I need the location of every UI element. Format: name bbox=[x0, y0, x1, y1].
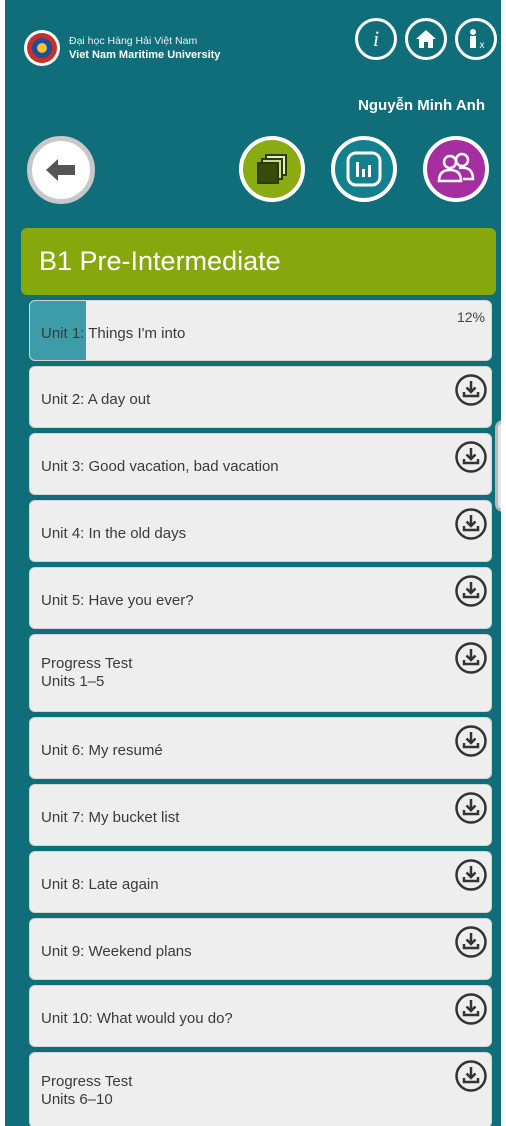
unit-item[interactable]: Unit 4: In the old days bbox=[29, 500, 492, 562]
progress-percent: 12% bbox=[456, 309, 485, 325]
unit-label: Unit 5: Have you ever? bbox=[41, 592, 194, 609]
info-icon[interactable]: i bbox=[355, 18, 397, 60]
unit-item[interactable]: Unit 9: Weekend plans bbox=[29, 918, 492, 980]
university-name-en: Viet Nam Maritime University bbox=[69, 49, 221, 61]
unit-label: Unit 1: Things I'm into bbox=[41, 324, 186, 342]
statistics-button[interactable] bbox=[331, 136, 397, 202]
unit-item[interactable]: Progress Test Units 6–10 bbox=[29, 1052, 492, 1126]
units-button[interactable] bbox=[239, 136, 305, 202]
university-header: Đại học Hàng Hải Việt Nam Viet Nam Marit… bbox=[23, 26, 220, 70]
side-drawer-handle[interactable] bbox=[495, 420, 501, 512]
people-button[interactable] bbox=[423, 136, 489, 202]
university-logo bbox=[24, 30, 60, 66]
unit-label: Unit 4: In the old days bbox=[41, 525, 187, 542]
unit-item[interactable]: Unit 7: My bucket list bbox=[29, 784, 492, 846]
statistics-chart-icon bbox=[346, 151, 382, 187]
level-title: B1 Pre-Intermediate bbox=[21, 228, 496, 295]
unit-label: Unit 10: What would you do? bbox=[41, 1010, 233, 1027]
unit-label: Progress Test Units 6–10 bbox=[41, 1073, 133, 1108]
back-arrow-icon bbox=[46, 159, 75, 181]
unit-label: Unit 6: My resumé bbox=[41, 742, 163, 759]
unit-label: Unit 7: My bucket list bbox=[41, 809, 180, 826]
svg-text:i: i bbox=[373, 26, 379, 51]
user-info-icon[interactable]: x bbox=[455, 18, 497, 60]
unit-item[interactable]: Unit 2: A day out bbox=[29, 366, 492, 428]
user-name: Nguyễn Minh Anh bbox=[358, 97, 485, 114]
unit-list: 12% Unit 1: Things I'm into Unit 2: A day … bbox=[29, 300, 492, 1126]
unit-item[interactable]: 12% Unit 1: Things I'm into bbox=[29, 300, 492, 361]
unit-item[interactable]: Unit 10: What would you do? bbox=[29, 985, 492, 1047]
unit-item[interactable]: Unit 5: Have you ever? bbox=[29, 567, 492, 629]
units-stack-icon bbox=[257, 154, 287, 184]
unit-label: Unit 2: A day out bbox=[41, 391, 151, 408]
unit-label: Unit 8: Late again bbox=[41, 876, 159, 893]
unit-label: Progress Test Units 1–5 bbox=[41, 655, 133, 690]
back-button[interactable] bbox=[27, 136, 95, 204]
app-screen: Đại học Hàng Hải Việt Nam Viet Nam Marit… bbox=[5, 0, 501, 1126]
unit-label: Unit 9: Weekend plans bbox=[41, 943, 192, 960]
top-toolbar: i x bbox=[355, 18, 497, 60]
people-group-icon bbox=[437, 152, 475, 183]
unit-label: Unit 3: Good vacation, bad vacation bbox=[41, 458, 279, 475]
unit-item[interactable]: Unit 8: Late again bbox=[29, 851, 492, 913]
university-name-vi: Đại học Hàng Hải Việt Nam bbox=[69, 35, 198, 47]
unit-item[interactable]: Unit 6: My resumé bbox=[29, 717, 492, 779]
home-icon[interactable] bbox=[405, 18, 447, 60]
svg-text:x: x bbox=[480, 40, 485, 51]
unit-item[interactable]: Unit 3: Good vacation, bad vacation bbox=[29, 433, 492, 495]
unit-item[interactable]: Progress Test Units 1–5 bbox=[29, 634, 492, 712]
